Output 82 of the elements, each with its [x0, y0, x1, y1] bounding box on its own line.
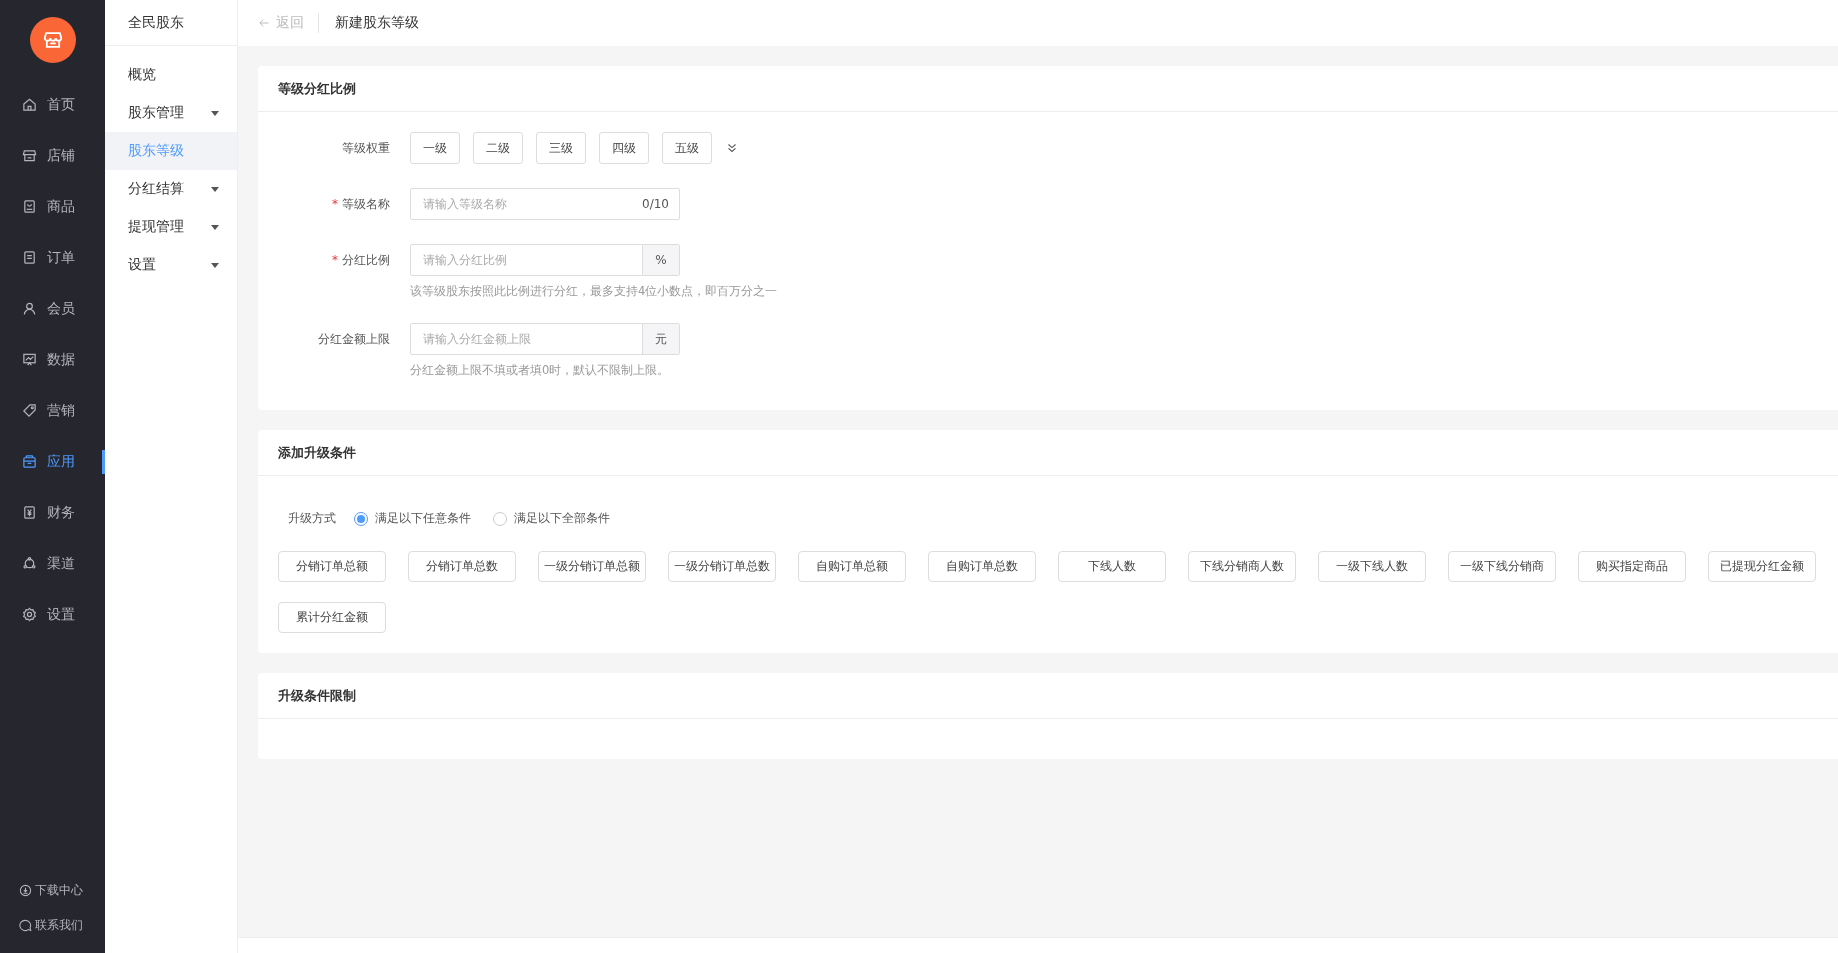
submenu-item[interactable]: 股东管理	[105, 94, 237, 132]
submenu-item[interactable]: 设置	[105, 246, 237, 284]
level-button[interactable]: 三级	[536, 132, 586, 164]
nav-item[interactable]: 设置	[0, 589, 105, 640]
field-label: 等级名称	[342, 195, 390, 213]
radio-option[interactable]: 满足以下全部条件	[493, 510, 610, 527]
double-chevron-down-icon	[725, 141, 739, 155]
condition-button[interactable]: 自购订单总额	[798, 551, 906, 582]
person-icon	[22, 301, 37, 316]
footer-link[interactable]: 联系我们	[0, 908, 105, 943]
home-icon	[22, 97, 37, 112]
unit-suffix: 元	[642, 324, 679, 354]
condition-button[interactable]: 自购订单总数	[928, 551, 1036, 582]
condition-button[interactable]: 一级分销订单总数	[668, 551, 776, 582]
submenu-item[interactable]: 概览	[105, 56, 237, 94]
radio-button[interactable]	[493, 511, 507, 526]
level-button[interactable]: 一级	[410, 132, 460, 164]
bag-icon	[22, 199, 37, 214]
char-counter: 0/10	[642, 197, 670, 211]
field-label: 分红金额上限	[318, 330, 390, 348]
input-field[interactable]: 请输入分红比例	[411, 245, 642, 275]
nav-item[interactable]: 订单	[0, 232, 105, 283]
tag-icon	[22, 403, 37, 418]
condition-button[interactable]: 一级下线分销商	[1448, 551, 1556, 582]
nav-item[interactable]: 会员	[0, 283, 105, 334]
radio-label: 满足以下任意条件	[375, 510, 471, 527]
store-icon	[22, 148, 37, 163]
card-title: 添加升级条件	[258, 430, 1838, 476]
nav-item[interactable]: 数据	[0, 334, 105, 385]
input-frame[interactable]: 请输入分红金额上限 元	[410, 323, 680, 355]
box-icon	[22, 454, 37, 469]
condition-button[interactable]: 下线人数	[1058, 551, 1166, 582]
card-title: 升级条件限制	[258, 673, 1838, 719]
page-title: 新建股东等级	[334, 14, 419, 32]
chart-icon	[22, 352, 37, 367]
help-text: 该等级股东按照此比例进行分红，最多支持4位小数点，即百万分之一	[410, 284, 778, 299]
field-label: 升级方式	[288, 510, 336, 527]
settings-icon	[22, 607, 37, 622]
document-icon	[22, 250, 37, 265]
nav-item[interactable]: 财务	[0, 487, 105, 538]
radio-option[interactable]: 满足以下任意条件	[354, 510, 471, 527]
store-icon	[41, 29, 64, 51]
chat-icon	[19, 919, 32, 932]
submenu-item[interactable]: 分红结算	[105, 170, 237, 208]
nav-item[interactable]: 店铺	[0, 130, 105, 181]
footer-link[interactable]: 下载中心	[0, 873, 105, 908]
yen-icon	[22, 505, 37, 520]
input-field[interactable]: 请输入分红金额上限	[411, 324, 642, 354]
condition-button[interactable]: 购买指定商品	[1578, 551, 1686, 582]
nav-item[interactable]: 营销	[0, 385, 105, 436]
submenu-item[interactable]: 提现管理	[105, 208, 237, 246]
input-field[interactable]: 请输入等级名称	[411, 189, 643, 219]
field-label: 等级权重	[342, 139, 390, 157]
unit-suffix: %	[642, 245, 679, 275]
required-mark: *	[332, 253, 338, 267]
nav-item[interactable]: 渠道	[0, 538, 105, 589]
section-title: 全民股东	[105, 0, 237, 46]
condition-button[interactable]: 一级下线人数	[1318, 551, 1426, 582]
level-button[interactable]: 五级	[662, 132, 712, 164]
input-frame[interactable]: 请输入分红比例 %	[410, 244, 680, 276]
card-title: 等级分红比例	[258, 66, 1838, 112]
condition-button[interactable]: 累计分红金额	[278, 602, 386, 633]
arrow-left-icon	[258, 17, 270, 29]
logo[interactable]	[29, 17, 76, 63]
condition-button[interactable]: 下线分销商人数	[1188, 551, 1296, 582]
input-frame[interactable]: 请输入等级名称 0/10	[410, 188, 680, 220]
level-button[interactable]: 二级	[473, 132, 523, 164]
download-icon	[19, 884, 32, 897]
condition-button[interactable]: 已提现分红金额	[1708, 551, 1816, 582]
help-text: 分红金额上限不填或者填0时，默认不限制上限。	[410, 363, 671, 378]
radio-label: 满足以下全部条件	[514, 510, 610, 527]
network-icon	[22, 556, 37, 571]
radio-button[interactable]	[354, 511, 368, 526]
nav-item[interactable]: 首页	[0, 79, 105, 130]
level-button[interactable]: 四级	[599, 132, 649, 164]
nav-item[interactable]: 应用	[0, 436, 105, 487]
condition-button[interactable]: 分销订单总数	[408, 551, 516, 582]
field-label: 分红比例	[342, 251, 390, 269]
condition-button[interactable]: 分销订单总额	[278, 551, 386, 582]
required-mark: *	[332, 197, 338, 211]
condition-button[interactable]: 一级分销订单总额	[538, 551, 646, 582]
nav-item[interactable]: 商品	[0, 181, 105, 232]
